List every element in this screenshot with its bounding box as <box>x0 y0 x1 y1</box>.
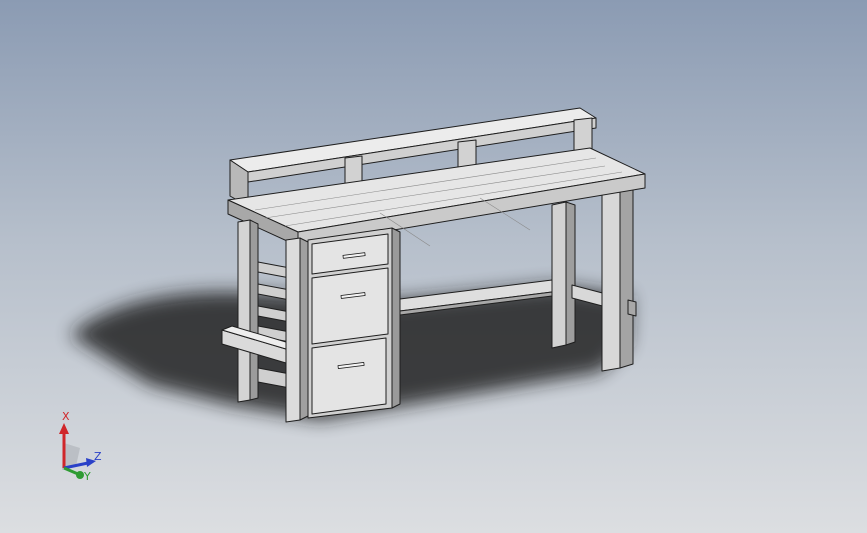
graphics-viewport[interactable]: X Z Y <box>0 0 867 533</box>
y-axis-arrow-icon <box>76 471 84 479</box>
coordinate-triad[interactable]: X Z Y <box>44 410 114 490</box>
leg-front-left <box>285 237 301 423</box>
triad-z-label: Z <box>94 450 102 463</box>
x-axis-arrow-icon <box>59 423 69 434</box>
y-axis-line <box>63 466 79 476</box>
leg-front-right <box>601 184 621 372</box>
leg-back-right <box>551 201 567 349</box>
drawer-middle[interactable] <box>311 267 389 345</box>
drawer-bottom[interactable] <box>311 337 387 415</box>
triad-x-label: X <box>62 410 70 423</box>
triad-y-label: Y <box>83 470 91 483</box>
side-slat <box>257 261 291 279</box>
leg-back-left <box>237 219 251 403</box>
model-scene[interactable] <box>0 0 867 533</box>
